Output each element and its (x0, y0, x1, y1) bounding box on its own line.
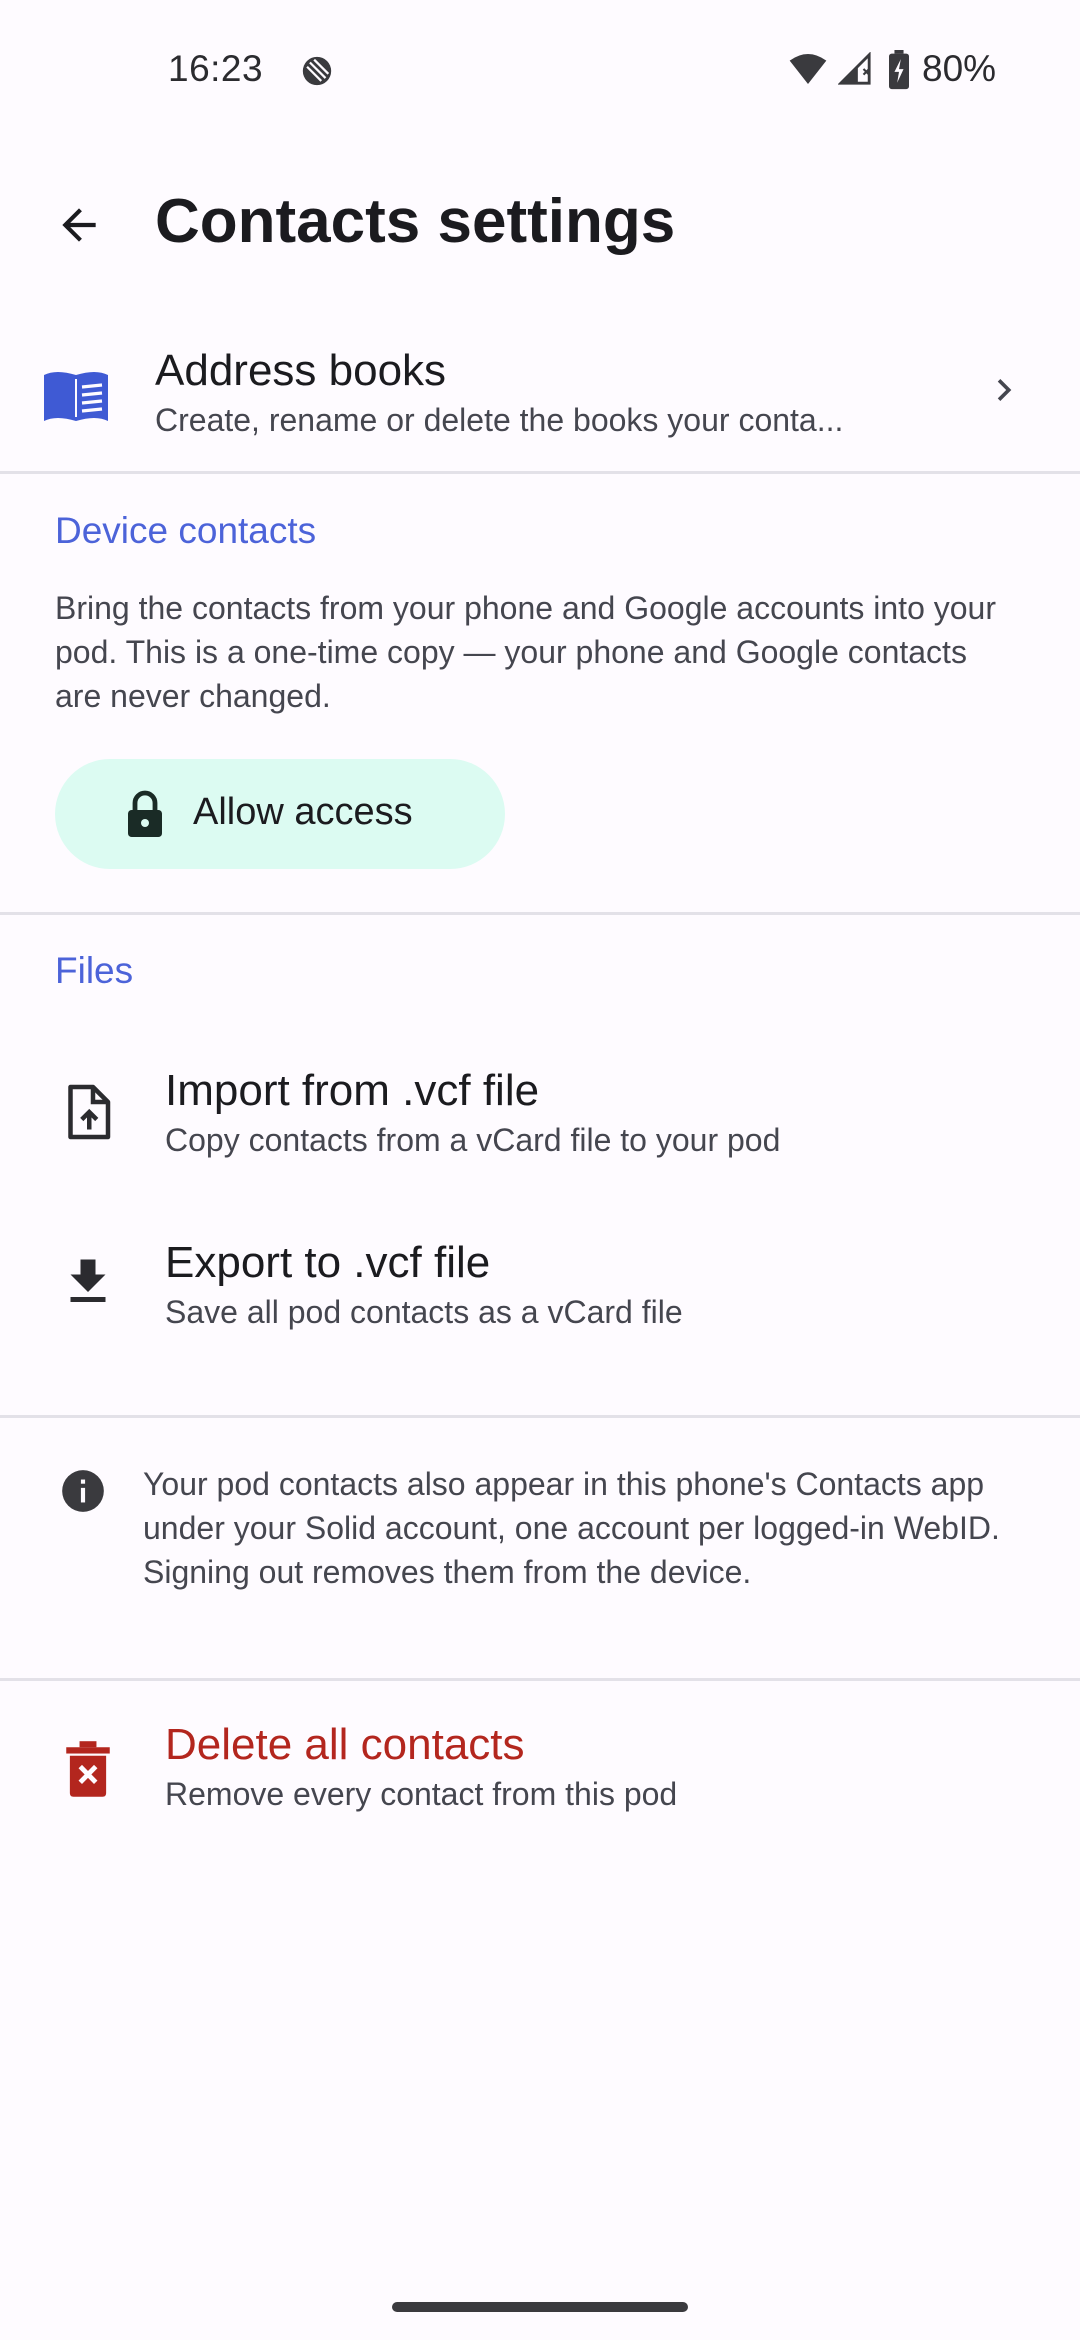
dnd-icon (302, 56, 332, 86)
divider (0, 912, 1080, 915)
battery-percentage: 80% (922, 48, 997, 89)
allow-access-label: Allow access (193, 791, 413, 833)
status-bar: 16:23 80% (0, 0, 1080, 140)
address-books-title: Address books (155, 346, 447, 395)
delete-all-contacts-item[interactable]: Delete all contacts Remove every contact… (0, 1690, 1080, 1850)
device-contacts-description: Bring the contacts from your phone and G… (55, 590, 996, 714)
files-header: Files (55, 950, 134, 991)
page-title: Contacts settings (155, 187, 676, 256)
delete-icon (66, 1741, 110, 1797)
divider (0, 1415, 1080, 1418)
address-books-subtitle: Create, rename or delete the books your … (155, 402, 844, 438)
battery-icon (889, 50, 909, 90)
chevron-right-icon (997, 379, 1012, 401)
arrow-back-icon (62, 208, 96, 242)
download-icon (70, 1259, 106, 1302)
export-vcf-item[interactable]: Export to .vcf file Save all pod contact… (0, 1212, 1080, 1362)
status-time: 16:23 (168, 48, 264, 89)
signal-icon (838, 52, 871, 85)
pod-contacts-info: Your pod contacts also appear in this ph… (143, 1466, 1000, 1590)
book-icon (44, 372, 108, 421)
export-vcf-subtitle: Save all pod contacts as a vCard file (165, 1294, 683, 1330)
import-vcf-item[interactable]: Import from .vcf file Copy contacts from… (0, 1040, 1080, 1190)
wifi-icon (789, 54, 827, 84)
address-books-item[interactable]: Address books Create, rename or delete t… (0, 326, 1080, 472)
divider (0, 1678, 1080, 1681)
export-vcf-title: Export to .vcf file (165, 1238, 491, 1287)
lock-icon (128, 790, 162, 837)
contacts-settings-screen: 16:23 80% Contacts settings Address book… (0, 0, 1080, 2340)
back-button[interactable] (42, 188, 116, 262)
info-icon (62, 1470, 104, 1512)
delete-all-title: Delete all contacts (165, 1720, 525, 1769)
delete-all-subtitle: Remove every contact from this pod (165, 1776, 678, 1812)
device-contacts-header: Device contacts (55, 510, 317, 551)
file-upload-icon (68, 1084, 111, 1140)
import-vcf-title: Import from .vcf file (165, 1066, 540, 1115)
home-indicator[interactable] (392, 2302, 688, 2312)
allow-access-button[interactable]: Allow access (55, 759, 505, 869)
divider (0, 471, 1080, 474)
import-vcf-subtitle: Copy contacts from a vCard file to your … (165, 1122, 781, 1158)
